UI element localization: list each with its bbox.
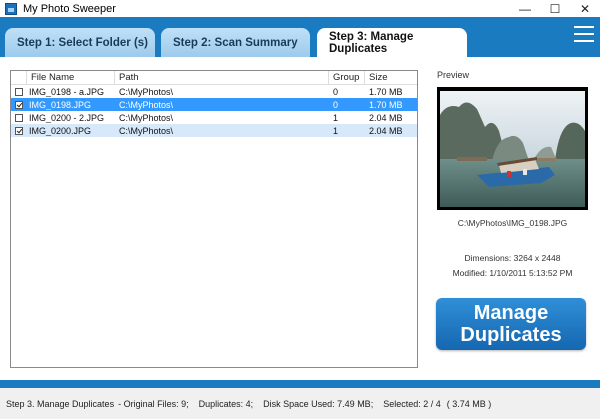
- file-size: 1.70 MB: [369, 86, 403, 97]
- file-name: IMG_0200 - 2.JPG: [29, 112, 105, 123]
- file-path: C:\MyPhotos\: [119, 99, 174, 110]
- app-icon: [5, 2, 17, 15]
- status-bar: Step 3. Manage Duplicates - Original Fil…: [0, 388, 600, 419]
- manage-button-line1: Manage: [473, 302, 549, 324]
- table-row[interactable]: IMG_0200 - 2.JPG C:\MyPhotos\ 1 2.04 MB: [11, 111, 417, 124]
- tab-manage-duplicates[interactable]: Step 3: Manage Duplicates: [317, 28, 467, 57]
- preview-file-path: C:\MyPhotos\IMG_0198.JPG: [457, 218, 568, 228]
- window-controls: — ☐ ✕: [510, 0, 600, 17]
- file-path: C:\MyPhotos\: [119, 112, 174, 123]
- manage-button-line2: Duplicates: [460, 324, 562, 346]
- column-header-path[interactable]: Path: [115, 71, 329, 84]
- list-header: File Name Path Group Size: [11, 71, 417, 85]
- image-modified-date: Modified: 1/10/2011 5:13:52 PM: [452, 268, 573, 278]
- status-original-files: - Original Files: 9;: [118, 398, 189, 409]
- maximize-button[interactable]: ☐: [540, 0, 570, 17]
- row-checkbox[interactable]: [15, 87, 23, 96]
- minimize-button[interactable]: —: [510, 0, 540, 17]
- tab-scan-summary[interactable]: Step 2: Scan Summary: [161, 28, 310, 57]
- table-row[interactable]: IMG_0198.JPG C:\MyPhotos\ 0 1.70 MB: [11, 98, 417, 111]
- status-selected-size: ( 3.74 MB ): [446, 398, 492, 409]
- bottom-accent-bar: [0, 380, 600, 388]
- status-disk-space: Disk Space Used: 7.49 MB;: [263, 398, 374, 409]
- row-checkbox[interactable]: [15, 113, 23, 122]
- column-header-file-name[interactable]: File Name: [27, 71, 115, 84]
- file-path: C:\MyPhotos\: [119, 86, 174, 97]
- close-button[interactable]: ✕: [570, 0, 600, 17]
- title-bar: My Photo Sweeper — ☐ ✕: [0, 0, 600, 17]
- status-step: Step 3. Manage Duplicates: [6, 398, 115, 409]
- status-duplicates: Duplicates: 4;: [198, 398, 254, 409]
- file-group: 0: [333, 99, 339, 110]
- file-group: 1: [333, 112, 339, 123]
- image-dimensions: Dimensions: 3264 x 2448: [464, 253, 561, 263]
- step-tab-bar: Step 1: Select Folder (s) Step 2: Scan S…: [0, 17, 600, 57]
- column-header-size[interactable]: Size: [365, 71, 417, 84]
- file-group: 0: [333, 86, 339, 97]
- preview-label: Preview: [437, 70, 470, 80]
- manage-duplicates-button[interactable]: Manage Duplicates: [436, 298, 586, 350]
- file-group: 1: [333, 125, 339, 136]
- row-checkbox[interactable]: [15, 126, 23, 135]
- file-name: IMG_0198 - a.JPG: [29, 86, 105, 97]
- file-size: 2.04 MB: [369, 125, 403, 136]
- preview-image: [437, 87, 588, 210]
- hamburger-icon[interactable]: [574, 26, 594, 44]
- file-name: IMG_0200.JPG: [29, 125, 92, 136]
- file-name: IMG_0198.JPG: [29, 99, 92, 110]
- status-selected: Selected: 2 / 4: [383, 398, 441, 409]
- tab-select-folder[interactable]: Step 1: Select Folder (s): [5, 28, 155, 57]
- duplicate-file-list[interactable]: File Name Path Group Size IMG_0198 - a.J…: [10, 70, 418, 368]
- window-title: My Photo Sweeper: [23, 2, 116, 15]
- table-row[interactable]: IMG_0200.JPG C:\MyPhotos\ 1 2.04 MB: [11, 124, 417, 137]
- file-path: C:\MyPhotos\: [119, 125, 174, 136]
- header-checkbox-column: [11, 71, 27, 84]
- file-size: 2.04 MB: [369, 112, 403, 123]
- table-row[interactable]: IMG_0198 - a.JPG C:\MyPhotos\ 0 1.70 MB: [11, 85, 417, 98]
- row-checkbox[interactable]: [15, 100, 23, 109]
- file-size: 1.70 MB: [369, 99, 403, 110]
- column-header-group[interactable]: Group: [329, 71, 365, 84]
